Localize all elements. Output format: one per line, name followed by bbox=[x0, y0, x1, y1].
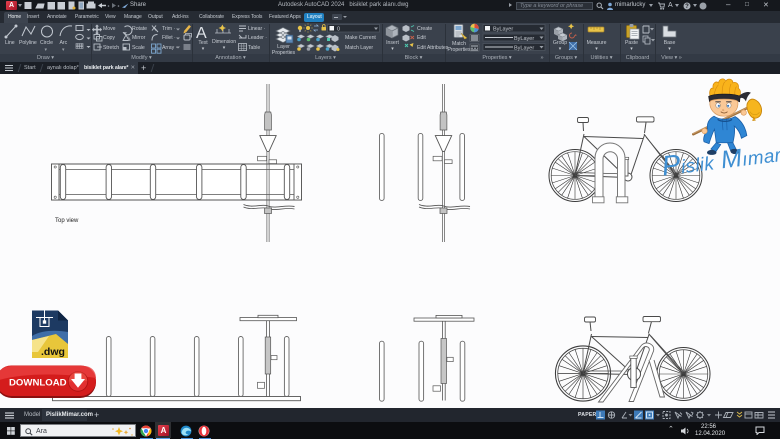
svg-text:Top view: Top view bbox=[55, 218, 79, 224]
svg-text:0: 0 bbox=[337, 26, 340, 32]
svg-text:ByLayer: ByLayer bbox=[514, 36, 534, 42]
svg-text:DOWNLOAD: DOWNLOAD bbox=[9, 378, 67, 389]
svg-text:.dwg: .dwg bbox=[41, 346, 65, 358]
svg-text:?: ? bbox=[685, 4, 689, 10]
svg-text:ByLayer: ByLayer bbox=[493, 26, 513, 32]
svg-text:ByLayer: ByLayer bbox=[514, 45, 534, 51]
